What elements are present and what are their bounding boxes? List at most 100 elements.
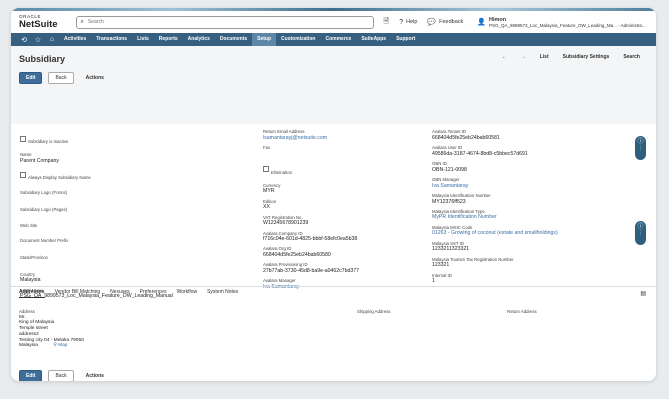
recent-records-button[interactable]: 🗎 <box>384 17 390 28</box>
tab-preferences[interactable]: Preferences <box>140 289 167 297</box>
address-section: Address Mr. King of Malaysia Temple stre… <box>19 309 639 349</box>
nav-support[interactable]: Support <box>391 33 420 46</box>
msic-value[interactable]: 01263 - Growing of coconut (estate and s… <box>432 230 622 236</box>
subtabs: Addresses Vendor Bill Matching Nexuses P… <box>11 286 656 299</box>
record-header: Subsidiary ← → List Subsidiary Settings … <box>11 46 656 124</box>
obn-value: OBN-121-0098 <box>432 166 467 173</box>
mid-value: MY12376ff523 <box>432 198 466 205</box>
back-button-bottom[interactable]: Back <box>48 370 74 381</box>
always-display-label: Always Display Subsidiary Name <box>28 174 91 180</box>
nav-suiteapps[interactable]: SuiteApps <box>356 33 391 46</box>
header-actions: ← → List Subsidiary Settings Search <box>502 54 640 60</box>
middle-column: Return Email Address lsamantarayj@netsuit… <box>263 129 423 295</box>
address-country: Malaysia <box>19 343 38 349</box>
sst-value: 1233211323321 <box>432 246 470 253</box>
shipping-address-label: Shipping Address <box>357 309 391 314</box>
actions-menu-bottom[interactable]: Actions <box>80 371 110 381</box>
state-label: State/Province <box>20 254 48 260</box>
map-label: Map <box>58 343 68 349</box>
main-nav: ⟲ ☆ ⌂ Activities Transactions Lists Repo… <box>11 33 656 46</box>
search-link[interactable]: Search <box>623 54 640 60</box>
right-column: Avalara Tenant ID 668404d5fe25eb24bab6058… <box>432 129 622 290</box>
tab-addresses[interactable]: Addresses <box>19 289 45 298</box>
info-side-tab-1[interactable]: ⓘ ⋮ <box>635 136 646 160</box>
internal-id-value: 1 <box>432 278 435 285</box>
nav-reports[interactable]: Reports <box>154 33 183 46</box>
list-link[interactable]: List <box>540 54 549 60</box>
record-body: Subsidiary is Inactive Name Parent Compan… <box>11 124 656 299</box>
global-search[interactable]: ⌕ <box>75 15 374 29</box>
tab-system-notes[interactable]: System Notes <box>207 289 238 297</box>
document-icon: 🗎 <box>383 17 390 25</box>
vat-value: W12345678901239 <box>263 220 309 227</box>
obn-manager-value[interactable]: Iva Samantaray <box>432 183 622 189</box>
logo-forms-label: Subsidiary Logo (Forms) <box>20 189 68 195</box>
home-icon[interactable]: ⌂ <box>45 36 59 43</box>
user-menu[interactable]: 👤 Himon PSG_QA_9899573_Loc_Malaysia_Feat… <box>477 17 645 28</box>
logo-netsuite: NetSuite <box>19 18 58 30</box>
next-record-icon[interactable]: → <box>521 54 526 60</box>
tourism-value: 123321 <box>432 262 450 269</box>
company-id-value: f716c04e-601d-4825-bbbf-58efc0ea5b38 <box>263 236 358 243</box>
user-icon: 👤 <box>477 19 486 26</box>
netsuite-logo[interactable]: ORACLE NetSuite <box>19 14 58 30</box>
inactive-checkbox[interactable] <box>20 135 26 142</box>
nav-documents[interactable]: Documents <box>215 33 252 46</box>
address-line: Malaysia ⚲ Map <box>19 343 357 349</box>
user-context: PSG_QA_9899573_Loc_Malaysia_Feature_OW_L… <box>489 22 646 28</box>
tab-vendor-bill-matching[interactable]: Vendor Bill Matching <box>55 289 101 297</box>
tab-workflow[interactable]: Workflow <box>177 289 197 297</box>
doc-prefix-label: Document Number Prefix <box>20 238 69 244</box>
prov-id-value: 27b77ab-3730-45d8-ba9e-a0462c7bd377 <box>263 268 360 275</box>
more-icon: ⋮ <box>638 145 643 151</box>
user-id-value: 49586da-3187-4674-8bd8-c5bbec57d691 <box>432 150 528 157</box>
return-address-label: Return Address <box>507 309 537 314</box>
nav-commerce[interactable]: Commerce <box>320 33 356 46</box>
return-email-value[interactable]: lsamantarayj@netsuite.com <box>263 135 423 141</box>
subsidiary-settings-link[interactable]: Subsidiary Settings <box>563 54 610 60</box>
inactive-label: Subsidiary is Inactive <box>28 139 69 144</box>
elimination-label: Elimination <box>271 169 293 175</box>
left-column: Subsidiary is Inactive Name Parent Compan… <box>20 130 250 304</box>
country-value: Malaysia <box>20 277 41 284</box>
nav-customization[interactable]: Customization <box>276 33 320 46</box>
footer-button-row: Edit Back Actions <box>19 370 110 381</box>
star-icon[interactable]: ☆ <box>31 36 45 44</box>
nav-analytics[interactable]: Analytics <box>183 33 215 46</box>
fax-label: Fax <box>263 144 271 150</box>
tenant-value: 668404d5fe25eb24bab60581 <box>432 134 500 141</box>
nav-setup[interactable]: Setup <box>252 33 277 46</box>
name-value: Parent Company <box>20 157 59 164</box>
map-link[interactable]: ⚲ Map <box>53 343 67 348</box>
help-button[interactable]: ? Help <box>399 19 417 26</box>
actions-menu[interactable]: Actions <box>80 73 110 83</box>
elimination-checkbox[interactable] <box>263 166 269 173</box>
help-icon: ? <box>399 18 404 26</box>
map-pin-icon: ⚲ <box>53 343 57 349</box>
tab-nexuses[interactable]: Nexuses <box>110 289 129 297</box>
search-input[interactable] <box>83 19 369 25</box>
website-label: Web Site <box>20 223 38 229</box>
help-label: Help <box>406 19 418 25</box>
back-button[interactable]: Back <box>48 72 74 84</box>
always-display-checkbox[interactable] <box>20 171 26 178</box>
mid-type-value[interactable]: MyPR Identification Number <box>432 214 622 220</box>
nav-transactions[interactable]: Transactions <box>91 33 132 46</box>
nav-activities[interactable]: Activities <box>59 33 91 46</box>
org-id-value: 668404d5fe25eb24bab60580 <box>263 252 331 259</box>
edit-button-bottom[interactable]: Edit <box>19 370 43 381</box>
prev-record-icon[interactable]: ← <box>502 54 507 60</box>
print-icon[interactable]: ▤ <box>640 290 646 297</box>
currency-value: MYR <box>263 188 275 195</box>
info-side-tab-2[interactable]: ⓘ ⋮ <box>635 221 646 245</box>
app-window: ORACLE NetSuite ⌕ 🗎 ?Help 💬Feedback 👤 Hi… <box>11 8 656 381</box>
edit-button[interactable]: Edit <box>19 72 43 84</box>
recent-icon[interactable]: ⟲ <box>17 36 31 44</box>
more-icon: ⋮ <box>638 230 643 236</box>
top-bar: ORACLE NetSuite ⌕ 🗎 ?Help 💬Feedback 👤 Hi… <box>11 11 656 33</box>
button-row: Edit Back Actions <box>19 72 648 84</box>
nav-lists[interactable]: Lists <box>132 33 154 46</box>
feedback-button[interactable]: 💬 Feedback <box>427 18 463 26</box>
edition-value: XX <box>263 204 270 211</box>
feedback-icon: 💬 <box>427 19 437 26</box>
